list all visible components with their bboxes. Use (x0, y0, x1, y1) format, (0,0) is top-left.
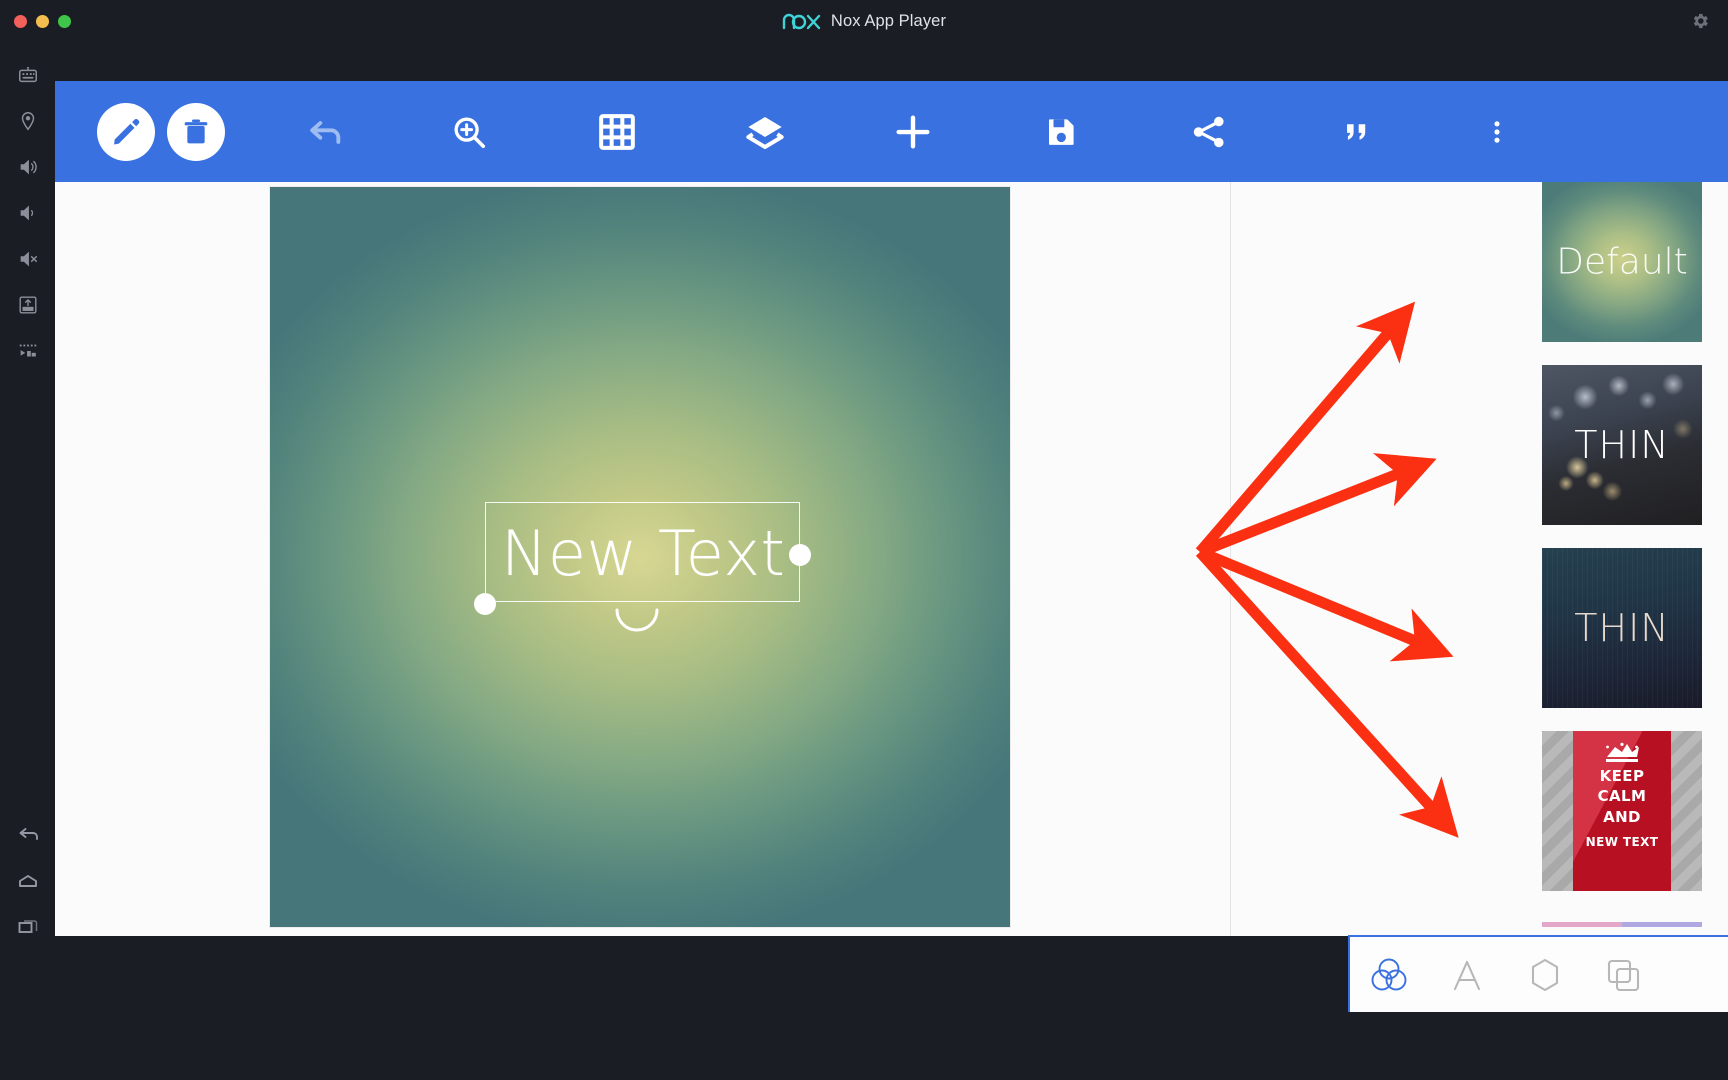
save-button[interactable] (1033, 104, 1089, 160)
window-title: Nox App Player (831, 12, 946, 31)
app-toolbar (55, 81, 1728, 182)
resize-handle-right[interactable] (789, 544, 811, 566)
keyboard-icon (17, 64, 39, 86)
style-thumbnail-thin-navy[interactable]: THIN (1542, 548, 1702, 708)
style-thumbnail-thin-bokeh[interactable]: THIN (1542, 365, 1702, 525)
canvas-text-object[interactable]: New Text (485, 503, 815, 603)
minimize-button[interactable] (36, 15, 49, 28)
window-titlebar: Nox App Player (0, 0, 1728, 42)
layers-button[interactable] (737, 104, 793, 160)
style-thumbnail-list: Default THIN THIN KEEP CALM (1542, 182, 1702, 914)
home-icon (16, 869, 40, 893)
overlapping-circles-icon (1367, 953, 1411, 997)
close-button[interactable] (14, 15, 27, 28)
share-button[interactable] (1181, 104, 1237, 160)
overflow-menu-button[interactable] (1469, 104, 1525, 160)
window-title-group: Nox App Player (0, 0, 1728, 42)
keep-calm-line-4: NEW TEXT (1586, 834, 1659, 850)
maximize-button[interactable] (58, 15, 71, 28)
gear-icon[interactable] (1690, 11, 1710, 31)
share-icon (1190, 113, 1228, 151)
tab-shapes[interactable] (1506, 936, 1584, 1013)
android-app-surface: New Text Default THIN THIN (55, 81, 1728, 936)
sidebar-item-record[interactable] (0, 328, 55, 374)
sidebar-item-keyboard[interactable] (0, 52, 55, 98)
resize-handle-bottom-left[interactable] (474, 593, 496, 615)
keep-calm-line-2: CALM (1598, 786, 1647, 806)
plus-add-icon (892, 111, 934, 153)
pencil-edit-icon (109, 115, 143, 149)
crown-icon (1602, 742, 1642, 766)
style-thumbnail-label: THIN (1542, 423, 1702, 467)
hexagon-icon (1523, 953, 1567, 997)
style-thumbnail-partial-next[interactable] (1542, 922, 1702, 927)
nox-logo-icon (782, 12, 822, 30)
style-thumbnail-label: Default (1542, 242, 1702, 283)
undo-button[interactable] (297, 104, 353, 160)
sidebar-item-volume-down[interactable] (0, 190, 55, 236)
zoom-in-icon (450, 113, 488, 151)
tab-layers[interactable] (1584, 936, 1662, 1013)
quote-button[interactable] (1329, 104, 1385, 160)
grid-icon (597, 112, 637, 152)
sidebar-top-group (0, 52, 55, 374)
location-pin-icon (17, 110, 39, 132)
sidebar-item-recents[interactable] (0, 904, 55, 950)
style-thumbnail-default[interactable]: Default (1542, 182, 1702, 342)
keep-calm-poster: KEEP CALM AND NEW TEXT (1573, 731, 1671, 891)
sidebar-item-volume-up[interactable] (0, 144, 55, 190)
volume-mute-icon (17, 248, 39, 270)
add-button[interactable] (885, 104, 941, 160)
volume-up-icon (17, 156, 39, 178)
image-canvas[interactable]: New Text (270, 187, 1010, 927)
apk-install-icon (17, 294, 39, 316)
sidebar-item-install-apk[interactable] (0, 282, 55, 328)
sidebar-item-back[interactable] (0, 812, 55, 858)
editor-tabbar (1348, 935, 1728, 1012)
letter-a-icon (1445, 953, 1489, 997)
style-thumbnail-keep-calm[interactable]: KEEP CALM AND NEW TEXT (1542, 731, 1702, 891)
curve-arc-handle[interactable] (614, 607, 660, 633)
sidebar-item-home[interactable] (0, 858, 55, 904)
window-controls (14, 15, 71, 28)
tab-filters[interactable] (1350, 936, 1428, 1013)
recents-icon (16, 915, 40, 939)
edit-tool-button[interactable] (97, 103, 155, 161)
volume-down-icon (17, 202, 39, 224)
zoom-button[interactable] (441, 104, 497, 160)
sidebar-item-mute[interactable] (0, 236, 55, 282)
sidebar-bottom-group (0, 812, 55, 950)
sidebar-item-location[interactable] (0, 98, 55, 144)
styles-panel[interactable]: Default THIN THIN KEEP CALM (1230, 182, 1728, 936)
overflow-menu-icon (1483, 115, 1511, 149)
editor-canvas-area[interactable]: New Text (55, 182, 1230, 936)
keep-calm-line-3: AND (1603, 807, 1641, 827)
emulator-sidebar (0, 42, 55, 1080)
tab-text[interactable] (1428, 936, 1506, 1013)
quote-icon (1340, 115, 1374, 149)
delete-tool-button[interactable] (167, 103, 225, 161)
layers-icon (745, 112, 785, 152)
style-thumbnail-label: THIN (1542, 606, 1702, 650)
trash-delete-icon (180, 116, 212, 148)
back-arrow-icon (16, 823, 40, 847)
video-record-icon (17, 340, 39, 362)
undo-icon (305, 112, 345, 152)
overlapping-squares-icon (1601, 953, 1645, 997)
keep-calm-line-1: KEEP (1600, 766, 1645, 786)
save-floppy-icon (1043, 114, 1079, 150)
grid-button[interactable] (589, 104, 645, 160)
